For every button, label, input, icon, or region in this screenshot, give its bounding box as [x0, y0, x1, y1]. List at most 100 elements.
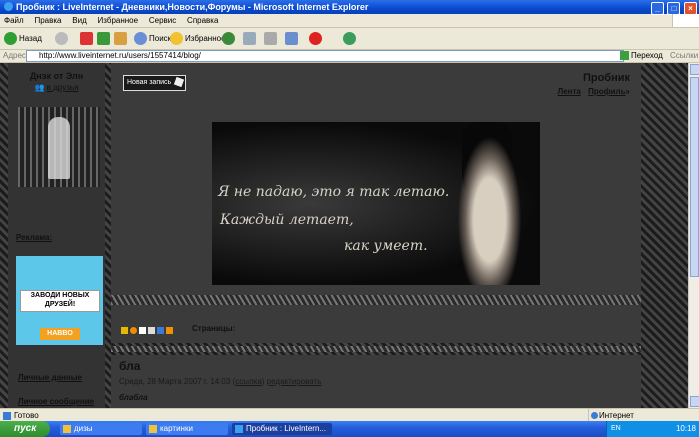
- status-bar: Готово Интернет: [0, 408, 699, 422]
- page-status-icon: [3, 412, 11, 420]
- avatar-figure: [48, 117, 70, 179]
- window-controls: _ □ ×: [650, 1, 697, 15]
- post-permalink[interactable]: ссылка: [235, 377, 262, 386]
- ad-text: ЗАВОДИ НОВЫХ ДРУЗЕЙ!: [20, 290, 100, 312]
- blog-post: бла Среда, 28 Марта 2007 г. 14:03 (ссылк…: [111, 355, 641, 408]
- stop-icon: [80, 32, 93, 46]
- post-meta: Среда, 28 Марта 2007 г. 14:03 (ссылка) р…: [119, 377, 322, 386]
- mail-button[interactable]: [243, 31, 258, 46]
- pencil-icon: [174, 76, 185, 88]
- post-body: блабла: [119, 393, 148, 402]
- blog-owner[interactable]: Днэк от Элн: [8, 71, 105, 81]
- menu-view[interactable]: Вид: [68, 14, 90, 27]
- window-titlebar: Пробник : LiveInternet - Дневники,Новост…: [0, 0, 699, 15]
- feed-link[interactable]: Лента: [558, 87, 581, 96]
- print-tool-icon[interactable]: [148, 326, 155, 334]
- system-tray: EN 10:18: [606, 421, 699, 437]
- go-button[interactable]: Переход: [620, 50, 663, 62]
- personal-message-link[interactable]: Личное сообщение: [18, 397, 94, 406]
- folder-icon: [149, 425, 157, 433]
- search-button[interactable]: Поиск: [134, 31, 171, 46]
- edit-icon: [285, 32, 298, 46]
- menu-file[interactable]: Файл: [0, 14, 28, 27]
- quote-line-3: как умеет.: [344, 238, 428, 254]
- menu-bar: Файл Правка Вид Избранное Сервис Справка: [0, 14, 699, 28]
- page-content: Днэк от Элн 👥 в друзья Реклама: ЗАВОДИ Н…: [0, 63, 688, 408]
- stop-button[interactable]: [80, 31, 95, 46]
- star-icon: [170, 32, 183, 46]
- quote-line-1: Я не падаю, это я так летаю.: [218, 184, 450, 200]
- folder-icon: [63, 425, 71, 433]
- profile-link[interactable]: Профиль: [588, 87, 625, 96]
- ie-icon: [235, 425, 243, 433]
- vertical-scrollbar[interactable]: [688, 63, 699, 408]
- new-post-button[interactable]: Новая запись: [123, 75, 187, 91]
- forward-button[interactable]: [55, 31, 70, 46]
- address-bar: Адрес: http://www.liveinternet.ru/users/…: [0, 50, 699, 63]
- blog-nav: Лента Профиль»: [553, 87, 630, 96]
- refresh-button[interactable]: [97, 31, 112, 46]
- rss-icon[interactable]: [166, 326, 173, 334]
- ie-icon: [4, 2, 13, 11]
- personal-data-link[interactable]: Личные данные: [18, 373, 82, 382]
- windows-logo-icon: [672, 14, 699, 27]
- scroll-thumb[interactable]: [690, 77, 699, 277]
- add-friend-link[interactable]: 👥 в друзья: [8, 83, 105, 92]
- back-arrow-icon: [4, 32, 17, 46]
- globe-icon: [591, 412, 598, 419]
- task-folder-pictures[interactable]: картинки: [146, 423, 228, 435]
- print-button[interactable]: [264, 31, 279, 46]
- refresh-icon: [97, 32, 110, 46]
- print-icon: [264, 32, 277, 46]
- ads-title: Реклама:: [16, 233, 53, 242]
- image-figure: [452, 122, 527, 285]
- links-button[interactable]: Ссылки: [670, 50, 698, 62]
- favorites-button[interactable]: Избранное: [170, 31, 226, 46]
- messenger-button[interactable]: [309, 31, 324, 46]
- scroll-up-button[interactable]: [690, 64, 699, 75]
- start-button[interactable]: пуск: [0, 421, 50, 437]
- ad-brand-logo: HABBO: [40, 328, 80, 340]
- blog-header-panel: Новая запись Пробник Лента Профиль» Я не…: [111, 63, 641, 343]
- menu-help[interactable]: Справка: [183, 14, 222, 27]
- menu-tools[interactable]: Сервис: [145, 14, 180, 27]
- window-title: Пробник : LiveInternet - Дневники,Новост…: [16, 2, 369, 12]
- history-button[interactable]: [222, 31, 237, 46]
- star-tool-icon[interactable]: [121, 326, 128, 334]
- decorative-divider: [111, 295, 641, 305]
- menu-edit[interactable]: Правка: [30, 14, 65, 27]
- mail-tool-icon[interactable]: [157, 326, 164, 334]
- back-button[interactable]: Назад: [4, 31, 42, 46]
- blog-title[interactable]: Пробник: [583, 72, 630, 84]
- clock: 10:18: [675, 424, 696, 433]
- task-browser[interactable]: Пробник : LiveIntern...: [232, 423, 332, 435]
- address-input[interactable]: http://www.liveinternet.ru/users/1557414…: [26, 50, 624, 62]
- language-indicator[interactable]: EN: [611, 421, 621, 437]
- search-icon: [134, 32, 147, 46]
- blog-header-image: Я не падаю, это я так летаю. Каждый лета…: [212, 122, 540, 285]
- scroll-down-button[interactable]: [690, 396, 699, 407]
- blog-tools: [121, 325, 175, 335]
- people-icon: [343, 32, 356, 46]
- post-title[interactable]: бла: [119, 359, 140, 373]
- doc-tool-icon[interactable]: [139, 326, 146, 334]
- add-friend-icon: 👥: [34, 83, 45, 92]
- at-sign-icon: [309, 32, 322, 46]
- home-icon: [114, 32, 127, 46]
- avatar: [18, 107, 100, 187]
- contacts-button[interactable]: [343, 31, 358, 46]
- edit-button[interactable]: [285, 31, 300, 46]
- home-button[interactable]: [114, 31, 129, 46]
- go-arrow-icon: [620, 51, 629, 61]
- task-folder-dizy[interactable]: дизы: [60, 423, 142, 435]
- post-divider: [111, 346, 641, 352]
- quote-line-2: Каждый летает,: [220, 212, 354, 228]
- post-date: Среда, 28 Марта 2007 г. 14:03: [119, 377, 231, 386]
- mail-icon: [243, 32, 256, 46]
- sidebar: Днэк от Элн 👥 в друзья Реклама: ЗАВОДИ Н…: [8, 63, 105, 408]
- smile-tool-icon[interactable]: [130, 326, 137, 334]
- menu-favorites[interactable]: Избранное: [94, 14, 143, 27]
- forward-arrow-icon: [55, 32, 68, 46]
- ad-banner[interactable]: ЗАВОДИ НОВЫХ ДРУЗЕЙ! HABBO: [16, 256, 103, 345]
- post-edit-link[interactable]: редактировать: [267, 377, 322, 386]
